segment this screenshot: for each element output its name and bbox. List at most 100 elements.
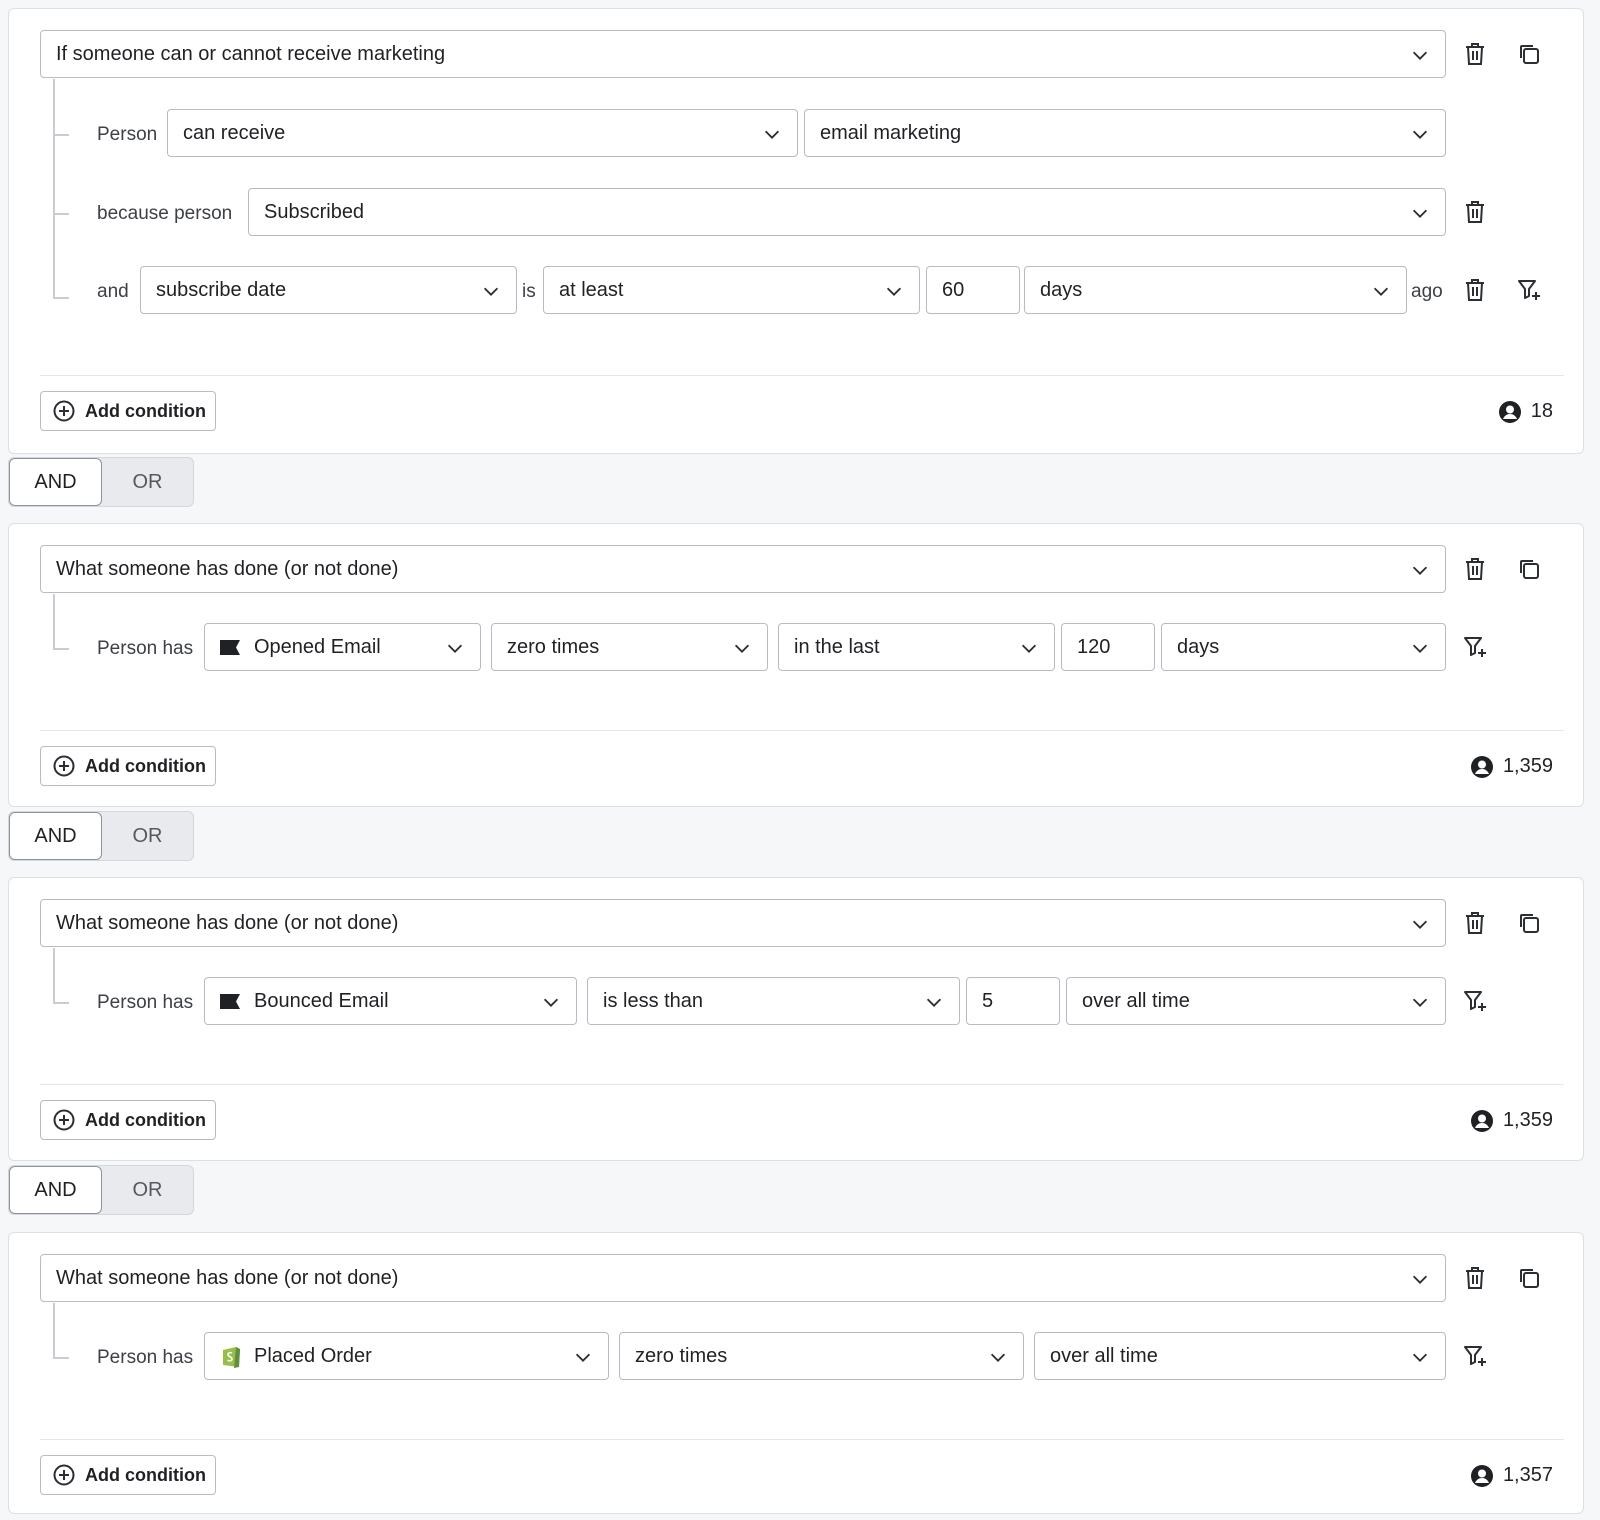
- select-value: is less than: [603, 989, 704, 1012]
- and-option[interactable]: AND: [9, 812, 102, 860]
- time-unit-select[interactable]: days: [1024, 266, 1407, 314]
- number-input[interactable]: 60: [926, 266, 1020, 314]
- or-option[interactable]: OR: [102, 458, 193, 506]
- flag-icon: [220, 993, 240, 1009]
- duplicate-group-button[interactable]: [1513, 907, 1545, 939]
- delete-group-button[interactable]: [1459, 38, 1491, 70]
- tree-branch: [55, 297, 69, 299]
- chevron-down-icon: [886, 287, 902, 296]
- and-option[interactable]: AND: [9, 458, 102, 506]
- trash-icon: [1466, 43, 1484, 65]
- and-label: AND: [34, 1178, 77, 1201]
- metric-select[interactable]: Placed Order: [204, 1332, 609, 1380]
- number-input[interactable]: 120: [1061, 623, 1155, 671]
- select-value: zero times: [507, 635, 600, 658]
- add-condition-button[interactable]: Add condition: [40, 391, 216, 431]
- chevron-down-icon: [926, 998, 942, 1007]
- or-option[interactable]: OR: [102, 1166, 193, 1214]
- delete-group-button[interactable]: [1459, 1262, 1491, 1294]
- timeframe-select[interactable]: over all time: [1034, 1332, 1446, 1380]
- row-label: Person: [97, 124, 158, 145]
- count-value: 1,359: [1502, 755, 1553, 777]
- select-value: days: [1177, 635, 1220, 658]
- add-condition-button[interactable]: Add condition: [40, 1100, 216, 1140]
- profile-count: 18: [1498, 400, 1553, 423]
- copy-icon: [1520, 914, 1539, 933]
- delete-condition-button[interactable]: [1459, 196, 1491, 228]
- ago-label: ago: [1411, 281, 1443, 302]
- marketing-permission-select[interactable]: can receive: [167, 109, 798, 157]
- trash-icon: [1466, 912, 1484, 934]
- time-unit-select[interactable]: days: [1161, 623, 1446, 671]
- tree-line: [53, 594, 55, 650]
- condition-group-1: If someone can or cannot receive marketi…: [8, 8, 1584, 454]
- trash-icon: [1466, 201, 1484, 223]
- select-value: can receive: [183, 121, 286, 144]
- duplicate-group-button[interactable]: [1513, 38, 1545, 70]
- trash-icon: [1466, 558, 1484, 580]
- add-condition-button[interactable]: Add condition: [40, 746, 216, 786]
- condition-type-value: What someone has done (or not done): [56, 1266, 399, 1289]
- condition-group-4: What someone has done (or not done) Pers…: [8, 1232, 1584, 1514]
- count-value: 1,357: [1502, 1464, 1553, 1486]
- tree-branch: [55, 213, 69, 215]
- add-filter-button[interactable]: [1459, 985, 1491, 1017]
- divider: [40, 375, 1564, 376]
- flag-icon: [220, 639, 240, 655]
- divider: [40, 1439, 1564, 1440]
- and-option[interactable]: AND: [9, 1166, 102, 1214]
- condition-type-select[interactable]: What someone has done (or not done): [40, 1254, 1446, 1302]
- count-value: 18: [1530, 400, 1553, 422]
- duplicate-group-button[interactable]: [1513, 553, 1545, 585]
- profile-count: 1,359: [1470, 755, 1553, 778]
- timeframe-select[interactable]: in the last: [778, 623, 1055, 671]
- channel-select[interactable]: email marketing: [804, 109, 1446, 157]
- or-option[interactable]: OR: [102, 812, 193, 860]
- or-label: OR: [132, 1178, 163, 1201]
- delete-condition-button[interactable]: [1459, 274, 1491, 306]
- consent-reason-select[interactable]: Subscribed: [248, 188, 1446, 236]
- chevron-down-icon: [1412, 566, 1428, 575]
- chevron-down-icon: [1412, 130, 1428, 139]
- delete-group-button[interactable]: [1459, 553, 1491, 585]
- add-condition-label: Add condition: [85, 1109, 206, 1130]
- add-filter-button[interactable]: [1513, 274, 1545, 306]
- number-input[interactable]: 5: [966, 977, 1060, 1025]
- delete-group-button[interactable]: [1459, 907, 1491, 939]
- or-label: OR: [132, 470, 163, 493]
- frequency-select[interactable]: is less than: [587, 977, 960, 1025]
- select-value: days: [1040, 278, 1083, 301]
- add-condition-button[interactable]: Add condition: [40, 1455, 216, 1495]
- select-value: in the last: [794, 635, 880, 658]
- condition-type-select[interactable]: If someone can or cannot receive marketi…: [40, 30, 1446, 78]
- select-value: email marketing: [820, 121, 962, 144]
- chevron-down-icon: [575, 1353, 591, 1362]
- metric-select[interactable]: Bounced Email: [204, 977, 577, 1025]
- condition-type-select[interactable]: What someone has done (or not done): [40, 899, 1446, 947]
- filter-add-icon: [1518, 280, 1540, 300]
- frequency-select[interactable]: zero times: [491, 623, 768, 671]
- trash-icon: [1466, 1267, 1484, 1289]
- condition-group-3: What someone has done (or not done) Pers…: [8, 877, 1584, 1161]
- chevron-down-icon: [1412, 920, 1428, 929]
- add-filter-button[interactable]: [1459, 631, 1491, 663]
- row-label: and: [97, 281, 129, 302]
- is-label: is: [522, 281, 536, 302]
- select-value: over all time: [1050, 1344, 1158, 1367]
- date-property-select[interactable]: subscribe date: [140, 266, 517, 314]
- condition-type-select[interactable]: What someone has done (or not done): [40, 545, 1446, 593]
- chevron-down-icon: [1412, 644, 1428, 653]
- operator-select[interactable]: at least: [543, 266, 920, 314]
- timeframe-select[interactable]: over all time: [1066, 977, 1446, 1025]
- user-circle-icon: [1470, 755, 1493, 778]
- frequency-select[interactable]: zero times: [619, 1332, 1024, 1380]
- add-condition-label: Add condition: [85, 755, 206, 776]
- add-filter-button[interactable]: [1459, 1340, 1491, 1372]
- condition-type-value: If someone can or cannot receive marketi…: [56, 42, 446, 65]
- duplicate-group-button[interactable]: [1513, 1262, 1545, 1294]
- plus-circle-icon: [53, 755, 75, 777]
- filter-add-icon: [1464, 991, 1486, 1011]
- metric-select[interactable]: Opened Email: [204, 623, 481, 671]
- select-value: Bounced Email: [254, 989, 389, 1012]
- plus-circle-icon: [53, 400, 75, 422]
